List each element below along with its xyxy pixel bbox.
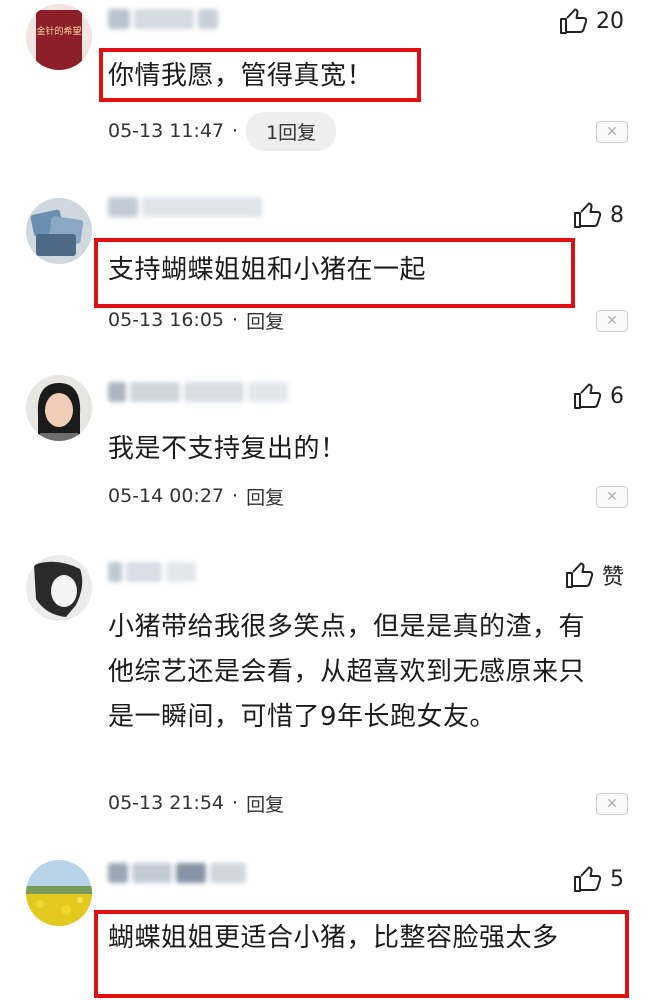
close-icon[interactable]: ✕: [596, 121, 628, 143]
like-count: 6: [610, 383, 624, 409]
close-icon[interactable]: ✕: [596, 310, 628, 332]
comment-meta: 05-14 00:27 · 回复: [108, 478, 284, 514]
like-button[interactable]: 5: [572, 864, 624, 894]
avatar[interactable]: [26, 860, 92, 926]
like-label: 赞: [601, 565, 624, 590]
reply-button[interactable]: 回复: [246, 307, 284, 334]
thumbs-up-icon: [574, 383, 602, 409]
comment-text: 我是不支持复出的！: [108, 434, 347, 464]
avatar[interactable]: [26, 375, 92, 441]
woman-avatar-icon: [26, 375, 92, 441]
avatar-text: 金针的希望: [36, 25, 81, 37]
meta-separator: ·: [232, 309, 239, 331]
cards-avatar-icon: [26, 198, 92, 264]
comment-item: 6 我是不支持复出的！ 05-14 00:27 · 回复 ✕: [0, 365, 652, 535]
username-blurred[interactable]: [108, 196, 278, 218]
highlight-box: [99, 48, 421, 102]
timestamp: 05-13 16:05: [108, 309, 225, 331]
like-count: 5: [610, 866, 624, 892]
username-blurred[interactable]: [108, 862, 268, 884]
reply-button[interactable]: 回复: [246, 790, 284, 817]
like-button[interactable]: 6: [572, 381, 624, 411]
thumbs-up-icon: [565, 562, 594, 588]
timestamp: 05-13 11:47: [108, 120, 225, 142]
avatar[interactable]: [26, 198, 92, 264]
comment-meta: 05-13 11:47 · 1回复: [108, 111, 337, 151]
close-icon[interactable]: ✕: [596, 793, 628, 815]
like-button[interactable]: 8: [572, 200, 624, 230]
username-blurred[interactable]: [108, 561, 218, 583]
flower-field-avatar-icon: [26, 860, 92, 926]
like-button[interactable]: 赞: [564, 559, 624, 591]
reply-count-button[interactable]: 1回复: [246, 111, 337, 151]
close-icon[interactable]: ✕: [596, 486, 628, 508]
highlight-box: [94, 910, 629, 998]
meta-separator: ·: [232, 120, 239, 142]
thumbs-up-icon: [560, 8, 588, 34]
thumbs-up-icon: [574, 202, 602, 228]
timestamp: 05-13 21:54: [108, 792, 225, 814]
thumbs-up-icon: [574, 866, 602, 892]
comment-meta: 05-13 21:54 · 回复: [108, 785, 284, 821]
username-blurred[interactable]: [108, 381, 308, 403]
like-count: 20: [596, 8, 624, 34]
like-button[interactable]: 20: [558, 6, 624, 36]
avatar[interactable]: 金针的希望: [26, 4, 92, 70]
sketch-avatar-icon: [26, 555, 92, 621]
avatar[interactable]: [26, 555, 92, 621]
comment-text: 小猪带给我很多笑点，但是是真的渣，有他综艺还是会看，从超喜欢到无感原来只是一瞬间…: [108, 612, 586, 732]
highlight-box: [94, 238, 575, 308]
comment-item: 赞 小猪带给我很多笑点，但是是真的渣，有他综艺还是会看，从超喜欢到无感原来只是一…: [0, 545, 652, 835]
meta-separator: ·: [232, 485, 239, 507]
reply-button[interactable]: 回复: [246, 483, 284, 510]
like-count: 8: [610, 202, 624, 228]
timestamp: 05-14 00:27: [108, 485, 225, 507]
book-avatar-icon: 金针的希望: [26, 4, 92, 70]
username-blurred[interactable]: [108, 8, 228, 30]
meta-separator: ·: [232, 792, 239, 814]
